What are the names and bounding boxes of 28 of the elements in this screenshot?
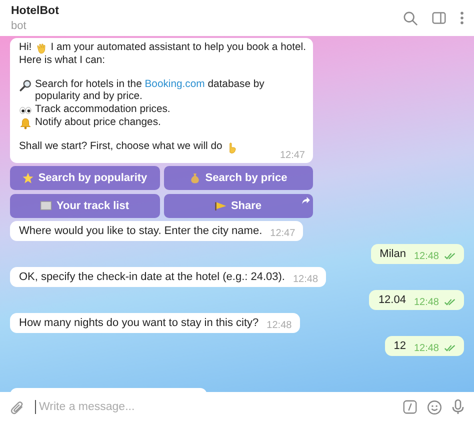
message-text: 12	[394, 340, 406, 352]
message-text: Here is what I can:	[19, 55, 106, 68]
message-text: Track accommodation prices.	[35, 104, 170, 116]
keyboard-button[interactable]: Your track list	[10, 194, 160, 218]
chat-subtitle: bot	[11, 20, 28, 32]
message-text: OK, specify the check-in date at the hotel (e.g.: 24.03).	[19, 270, 285, 282]
message-text: Shall we start? First, choose what we will do	[19, 140, 222, 153]
message-text: Hi!	[19, 42, 32, 54]
message-time: 12:48	[292, 274, 318, 284]
message-text: Where would you like to stay. Enter the city name.	[19, 224, 262, 236]
message-text: Search for hotels in the Booking.com database by popularity and by price.	[35, 78, 266, 104]
message-time: 12:48	[266, 320, 292, 330]
message-input[interactable]: Write a message...	[35, 400, 393, 414]
message-text: Milan	[380, 248, 406, 260]
message-text: I am your automated assistant to help you book a hotel.	[50, 42, 306, 54]
message-text: How many nights do you want to stay in this city?	[19, 316, 259, 328]
message-time: 12:48	[414, 296, 439, 308]
message-text: Notify about price changes.	[35, 116, 161, 129]
message-time: 12:47	[270, 228, 296, 238]
message-time: 12:48	[414, 342, 439, 354]
keyboard-button[interactable]: Search by popularity	[10, 166, 160, 190]
message-text: 12.04	[378, 294, 406, 306]
message-time: 12:47	[280, 150, 305, 160]
message-time: 12:48	[414, 250, 439, 262]
booking-link[interactable]: Booking.com	[144, 78, 205, 90]
chat-title: HotelBot	[11, 4, 59, 16]
keyboard-button[interactable]: Share	[164, 194, 313, 218]
keyboard-button[interactable]: Search by price	[164, 166, 313, 190]
